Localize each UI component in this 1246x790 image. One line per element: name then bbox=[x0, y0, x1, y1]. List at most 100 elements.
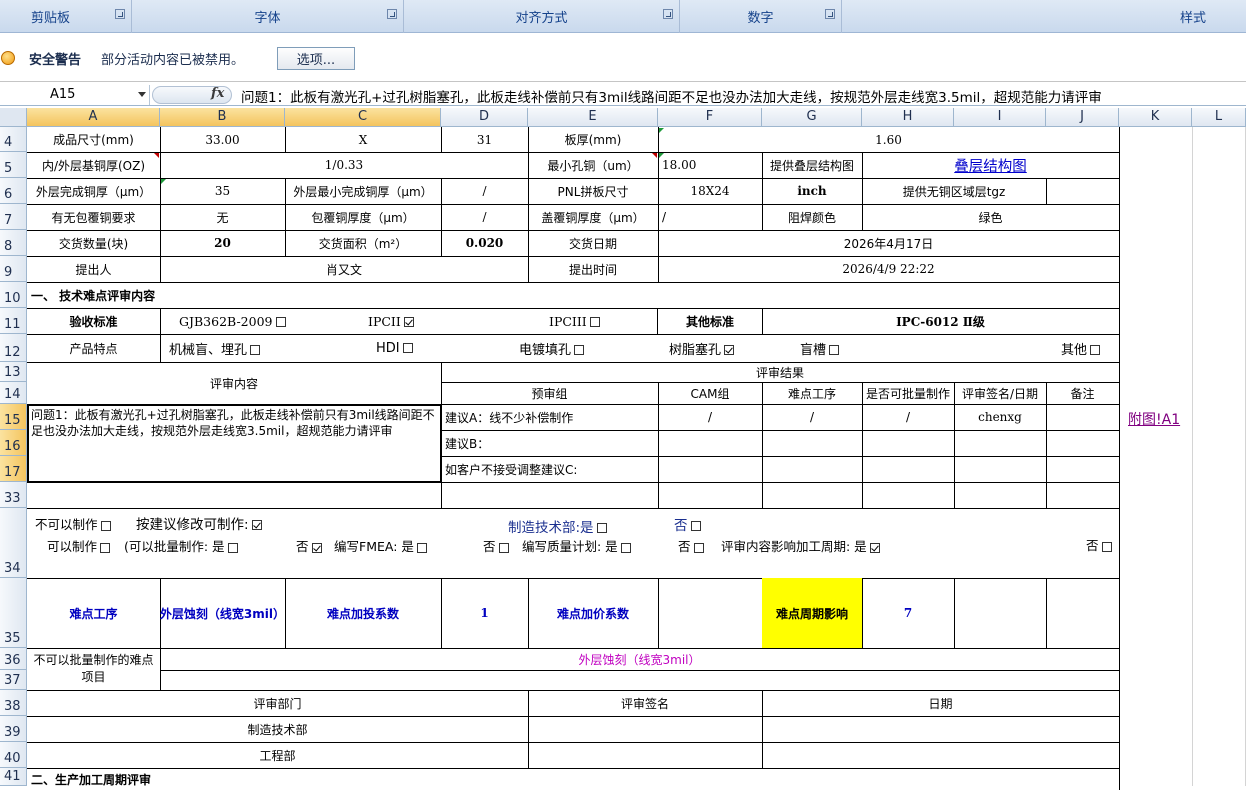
cell-H17[interactable] bbox=[862, 456, 955, 483]
cell-H7[interactable]: 绿色 bbox=[862, 204, 1120, 231]
cell-F5[interactable]: 18.00 bbox=[658, 152, 763, 179]
cell-C7[interactable]: 包覆铜厚度（μm） bbox=[285, 204, 442, 231]
quality-plan-no-checkbox[interactable] bbox=[693, 542, 704, 553]
cell-E39[interactable] bbox=[528, 716, 763, 743]
cell-F9[interactable]: 2026/4/9 22:22 bbox=[658, 256, 1120, 283]
attachment-link[interactable]: 附图!A1 bbox=[1128, 409, 1180, 429]
row-header-13[interactable]: 13 bbox=[0, 362, 27, 382]
column-header-C[interactable]: C bbox=[285, 108, 441, 127]
cell-D16[interactable]: 建议B： bbox=[441, 430, 659, 457]
formula-input[interactable]: 问题1：此板有激光孔+过孔树脂塞孔，此板走线补偿前只有3mil线路间距不足也没办… bbox=[241, 86, 1241, 106]
cell-E5[interactable]: 最小孔铜（um） bbox=[528, 152, 659, 179]
batch-yes-checkbox[interactable] bbox=[227, 542, 238, 553]
mfg-dept-option[interactable]: 制造技术部:是 bbox=[508, 516, 607, 536]
column-header-A[interactable]: A bbox=[27, 108, 160, 127]
cell-I14[interactable]: 评审签名/日期 bbox=[954, 382, 1047, 405]
ipciii-checkbox[interactable] bbox=[589, 317, 600, 327]
cell-F33[interactable] bbox=[658, 482, 763, 509]
cell-G40[interactable] bbox=[762, 742, 1120, 769]
cell-E9[interactable]: 提出时间 bbox=[528, 256, 659, 283]
cell-D33[interactable] bbox=[441, 482, 659, 509]
other-checkbox[interactable] bbox=[1090, 345, 1101, 355]
cell-A36[interactable]: 不可以批量制作的难点项目 bbox=[27, 648, 161, 691]
can-make-checkbox[interactable] bbox=[100, 542, 111, 553]
cell-J15[interactable] bbox=[1046, 404, 1120, 431]
cell-I16[interactable] bbox=[954, 430, 1047, 457]
cell-A15-selected[interactable]: 问题1：此板有激光孔+过孔树脂塞孔，此板走线补偿前只有3mil线路间距不足也没办… bbox=[27, 404, 442, 483]
cell-A13[interactable]: 评审内容 bbox=[27, 362, 442, 405]
row-header-8[interactable]: 8 bbox=[0, 230, 27, 256]
fmea-yes-option[interactable]: 编写FMEA: 是 bbox=[334, 536, 427, 555]
cell-A10[interactable]: 一、 技术难点评审内容 bbox=[27, 282, 1120, 309]
cell-I33[interactable] bbox=[954, 482, 1047, 509]
row-header-40[interactable]: 40 bbox=[0, 742, 27, 768]
cell-B6[interactable]: 35 bbox=[160, 178, 286, 205]
row-header-5[interactable]: 5 bbox=[0, 152, 27, 178]
cell-G17[interactable] bbox=[762, 456, 863, 483]
feature-plated-fill[interactable]: 电镀填孔 bbox=[519, 339, 585, 358]
cell-F11[interactable]: 其他标准 bbox=[658, 308, 763, 335]
cell-F16[interactable] bbox=[658, 430, 763, 457]
cell-E8[interactable]: 交货日期 bbox=[528, 230, 659, 257]
row-header-33[interactable]: 33 bbox=[0, 482, 27, 508]
cycle-impact-no-checkbox[interactable] bbox=[1101, 541, 1112, 552]
row-header-7[interactable]: 7 bbox=[0, 204, 27, 230]
quality-plan-yes-checkbox[interactable] bbox=[620, 542, 631, 553]
cell-B9[interactable]: 肖又文 bbox=[160, 256, 529, 283]
gjb-checkbox[interactable] bbox=[275, 317, 286, 327]
row-header-10[interactable]: 10 bbox=[0, 282, 27, 308]
column-header-I[interactable]: I bbox=[954, 108, 1046, 127]
column-header-D[interactable]: D bbox=[441, 108, 528, 127]
cell-A7[interactable]: 有无包覆铜要求 bbox=[27, 204, 161, 231]
cell-B36[interactable]: 外层蚀刻（线宽3mil） bbox=[160, 648, 1120, 671]
row-header-38[interactable]: 38 bbox=[0, 690, 27, 716]
cell-E40[interactable] bbox=[528, 742, 763, 769]
cell-G7[interactable]: 阻焊颜色 bbox=[762, 204, 863, 231]
quality-plan-no-option[interactable]: 否 bbox=[678, 536, 704, 555]
cycle-impact-yes-checkbox[interactable] bbox=[869, 542, 880, 553]
blind-slot-checkbox[interactable] bbox=[829, 345, 840, 355]
cell-A5[interactable]: 内/外层基铜厚(OZ) bbox=[27, 152, 161, 179]
cell-A9[interactable]: 提出人 bbox=[27, 256, 161, 283]
feature-other[interactable]: 其他 bbox=[1061, 339, 1101, 358]
row-header-41[interactable]: 41 bbox=[0, 768, 27, 786]
cell-H15[interactable]: / bbox=[862, 404, 955, 431]
quality-plan-yes-option[interactable]: 编写质量计划: 是 bbox=[522, 536, 631, 555]
cell-D14[interactable]: 预审组 bbox=[441, 382, 659, 405]
cell-C6[interactable]: 外层最小完成铜厚（μm） bbox=[285, 178, 442, 205]
name-box[interactable]: A15 bbox=[0, 85, 150, 105]
cell-D35[interactable]: 1 bbox=[441, 578, 529, 649]
feature-blind-buried[interactable]: 机械盲、埋孔 bbox=[169, 339, 261, 358]
suggest-make-checkbox[interactable] bbox=[251, 520, 262, 530]
cell-F7[interactable]: / bbox=[658, 204, 763, 231]
cell-J17[interactable] bbox=[1046, 456, 1120, 483]
cell-F4[interactable]: 1.60 bbox=[658, 127, 1120, 153]
cycle-impact-yes-option[interactable]: 评审内容影响加工周期: 是 bbox=[721, 536, 880, 555]
cell-I15[interactable]: chenxg bbox=[954, 404, 1047, 431]
resin-plug-checkbox[interactable] bbox=[724, 345, 735, 355]
insert-function-icon[interactable]: fx bbox=[211, 86, 224, 101]
cycle-impact-no-option[interactable]: 否 bbox=[1086, 535, 1112, 554]
row-header-34[interactable]: 34 bbox=[0, 508, 27, 578]
cell-B12[interactable]: 机械盲、埋孔 HDI 电镀填孔 树脂塞孔 盲槽 其他 bbox=[160, 334, 1120, 363]
cell-F14[interactable]: CAM组 bbox=[658, 382, 763, 405]
can-make-option[interactable]: 可以制作 bbox=[47, 536, 111, 555]
cell-E38[interactable]: 评审签名 bbox=[528, 690, 763, 717]
cell-A41[interactable]: 二、生产加工周期评审 bbox=[27, 768, 1120, 790]
cell-A40[interactable]: 工程部 bbox=[27, 742, 529, 769]
mfg-dept-yes-checkbox[interactable] bbox=[596, 523, 607, 533]
cell-J35[interactable] bbox=[1046, 578, 1120, 649]
cell-I35[interactable] bbox=[954, 578, 1047, 649]
column-header-G[interactable]: G bbox=[762, 108, 862, 127]
cell-F35[interactable] bbox=[658, 578, 763, 649]
cell-G15[interactable]: / bbox=[762, 404, 863, 431]
row-header-39[interactable]: 39 bbox=[0, 716, 27, 742]
cell-B35[interactable]: 外层蚀刻（线宽3mil） bbox=[160, 578, 286, 649]
cell-J6[interactable] bbox=[1046, 178, 1120, 205]
cannot-make-option[interactable]: 不可以制作 bbox=[35, 514, 111, 533]
row-header-4[interactable]: 4 bbox=[0, 127, 27, 152]
fmea-no-option[interactable]: 否 bbox=[483, 536, 509, 555]
cell-G33[interactable] bbox=[762, 482, 863, 509]
cell-F8[interactable]: 2026年4月17日 bbox=[658, 230, 1120, 257]
cell-D7[interactable]: / bbox=[441, 204, 529, 231]
